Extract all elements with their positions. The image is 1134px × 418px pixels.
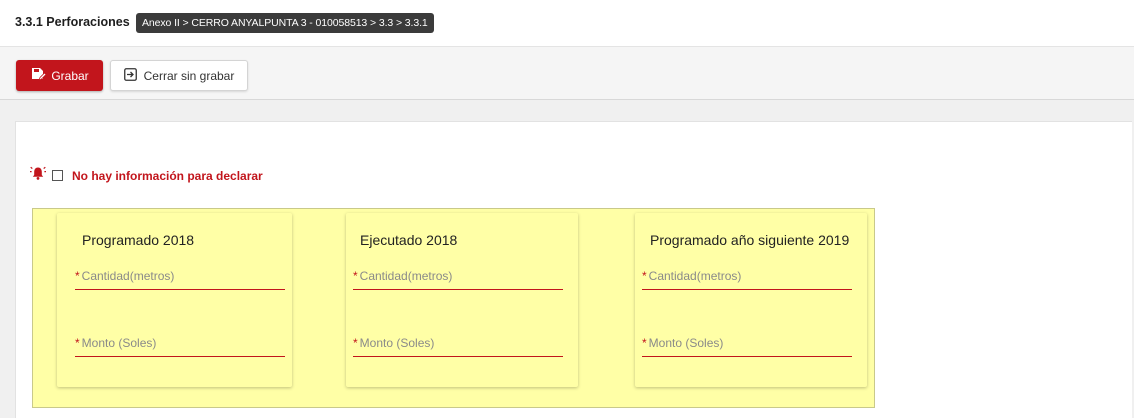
amount-placeholder: Monto (Soles) xyxy=(648,336,724,350)
no-info-checkbox[interactable] xyxy=(52,170,63,181)
close-without-saving-button[interactable]: Cerrar sin grabar xyxy=(110,60,248,91)
highlighted-fields-panel: Programado 2018 * Cantidad(metros) * Monto… xyxy=(32,208,875,408)
amount-placeholder: Monto (Soles) xyxy=(359,336,435,350)
no-info-label[interactable]: No hay información para declarar xyxy=(72,169,263,183)
quantity-field[interactable]: * Cantidad(metros) xyxy=(353,267,563,290)
required-mark: * xyxy=(642,269,647,283)
amount-field[interactable]: * Monto (Soles) xyxy=(642,334,852,357)
quantity-placeholder: Cantidad(metros) xyxy=(359,269,453,283)
card-title: Programado 2018 xyxy=(82,232,195,248)
required-mark: * xyxy=(353,269,358,283)
required-mark: * xyxy=(642,336,647,350)
save-button[interactable]: Grabar xyxy=(16,60,103,91)
quantity-placeholder: Cantidad(metros) xyxy=(648,269,742,283)
breadcrumb[interactable]: Anexo II > CERRO ANYALPUNTA 3 - 01005851… xyxy=(136,13,434,33)
quantity-placeholder: Cantidad(metros) xyxy=(81,269,175,283)
form-panel: No hay información para declarar Program… xyxy=(15,121,1132,418)
save-button-label: Grabar xyxy=(51,68,89,83)
amount-field[interactable]: * Monto (Soles) xyxy=(75,334,285,357)
amount-placeholder: Monto (Soles) xyxy=(81,336,157,350)
card-programado-2018: Programado 2018 * Cantidad(metros) * Monto… xyxy=(57,213,292,387)
no-info-row: No hay información para declarar xyxy=(30,166,263,185)
save-edit-icon xyxy=(30,67,47,85)
card-ejecutado-2018: Ejecutado 2018 * Cantidad(metros) * Monto … xyxy=(346,213,578,387)
card-programado-2019: Programado año siguiente 2019 * Cantidad(… xyxy=(635,213,867,387)
required-mark: * xyxy=(353,336,358,350)
quantity-field[interactable]: * Cantidad(metros) xyxy=(642,267,852,290)
alarm-bell-icon xyxy=(30,166,46,185)
page-title: 3.3.1 Perforaciones xyxy=(15,15,130,29)
toolbar: Grabar Cerrar sin grabar xyxy=(0,47,1134,100)
required-mark: * xyxy=(75,269,80,283)
quantity-field[interactable]: * Cantidad(metros) xyxy=(75,267,285,290)
page-header: 3.3.1 Perforaciones Anexo II > CERRO ANY… xyxy=(0,0,1134,47)
required-mark: * xyxy=(75,336,80,350)
card-title: Programado año siguiente 2019 xyxy=(650,232,850,248)
cancel-button-label: Cerrar sin grabar xyxy=(143,68,235,83)
amount-field[interactable]: * Monto (Soles) xyxy=(353,334,563,357)
exit-icon xyxy=(123,67,137,84)
card-title: Ejecutado 2018 xyxy=(360,232,458,248)
